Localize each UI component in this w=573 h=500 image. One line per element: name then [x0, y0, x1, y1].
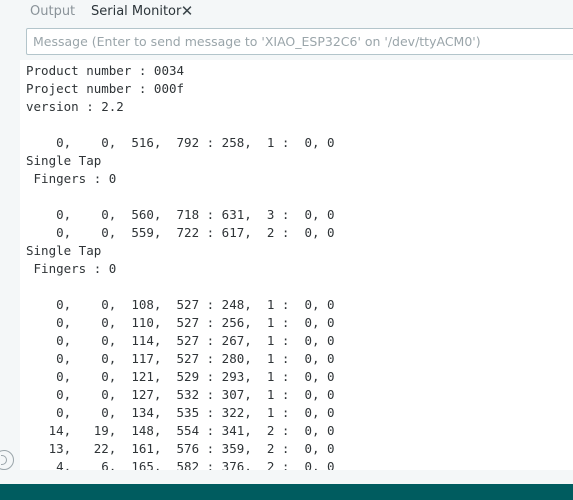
account-icon[interactable]	[0, 450, 14, 470]
output-line: 13, 22, 161, 576 : 359, 2 : 0, 0	[26, 441, 335, 456]
output-line: 0, 0, 559, 722 : 617, 2 : 0, 0	[26, 225, 335, 240]
serial-output-area[interactable]: Product number : 0034 Project number : 0…	[20, 60, 573, 470]
panel-tab-bar: Output Serial Monitor ✕	[0, 0, 573, 26]
output-line: version : 2.2	[26, 99, 124, 114]
output-line: Fingers : 0	[26, 171, 117, 186]
close-icon[interactable]: ✕	[180, 3, 194, 19]
output-line: Project number : 000f	[26, 81, 185, 96]
output-line: 0, 0, 110, 527 : 256, 1 : 0, 0	[26, 315, 335, 330]
output-line: 14, 19, 148, 554 : 341, 2 : 0, 0	[26, 423, 335, 438]
output-line: 0, 0, 117, 527 : 280, 1 : 0, 0	[26, 351, 335, 366]
message-input[interactable]	[26, 28, 573, 55]
output-line: Single Tap	[26, 153, 102, 168]
output-line: 0, 0, 127, 532 : 307, 1 : 0, 0	[26, 387, 335, 402]
output-line: 0, 0, 134, 535 : 322, 1 : 0, 0	[26, 405, 335, 420]
output-line: 0, 0, 560, 718 : 631, 3 : 0, 0	[26, 207, 335, 222]
output-line: 0, 0, 121, 529 : 293, 1 : 0, 0	[26, 369, 335, 384]
output-line: Product number : 0034	[26, 63, 185, 78]
output-line: 0, 0, 108, 527 : 248, 1 : 0, 0	[26, 297, 335, 312]
output-line: 0, 0, 114, 527 : 267, 1 : 0, 0	[26, 333, 335, 348]
output-line: Single Tap	[26, 243, 102, 258]
status-bar	[0, 484, 573, 500]
output-line: 0, 0, 516, 792 : 258, 1 : 0, 0	[26, 135, 335, 150]
tab-output[interactable]: Output	[30, 4, 75, 20]
output-line: 4, 6, 165, 582 : 376, 2 : 0, 0	[26, 459, 335, 470]
tab-serial-monitor[interactable]: Serial Monitor	[91, 4, 181, 20]
arduino-ide-bottom-panel: Output Serial Monitor ✕ Product number :…	[0, 0, 573, 500]
output-line: Fingers : 0	[26, 261, 117, 276]
